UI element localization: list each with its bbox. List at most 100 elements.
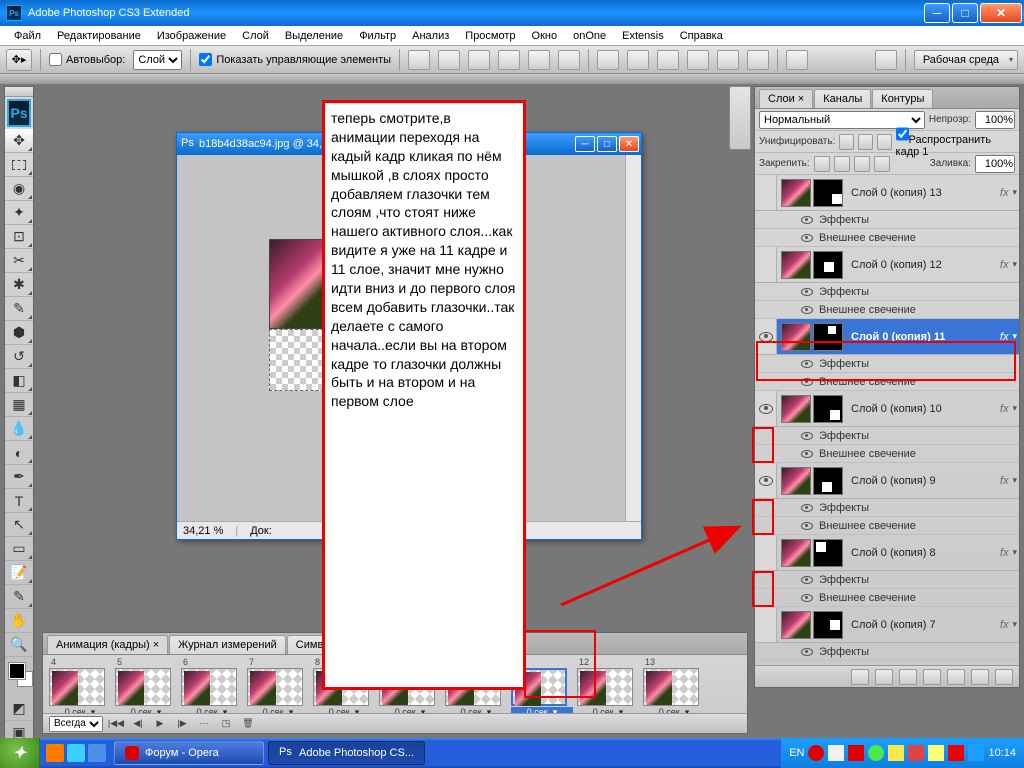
zoom-tool[interactable]: 🔍 — [5, 633, 33, 657]
layer-row[interactable]: Слой 0 (копия) 8 fx▾ — [755, 535, 1019, 571]
tween-btn[interactable]: ⋯ — [195, 717, 213, 731]
gradient-tool[interactable]: ▦ — [5, 393, 33, 417]
align-icon[interactable] — [498, 50, 520, 70]
close-button[interactable]: ✕ — [980, 3, 1022, 23]
anim-frame[interactable]: 50 сек. ▾ — [115, 657, 177, 713]
lasso-tool[interactable]: ◉ — [5, 177, 33, 201]
unify-icon[interactable] — [839, 134, 854, 150]
menu-extensis[interactable]: Extensis — [616, 28, 670, 44]
delete-icon[interactable] — [995, 669, 1013, 685]
tray-icon[interactable] — [828, 745, 844, 761]
menu-image[interactable]: Изображение — [151, 28, 232, 44]
anim-frame[interactable]: 40 сек. ▾ — [49, 657, 111, 713]
eye-icon[interactable] — [801, 288, 813, 296]
effect-row[interactable]: Внешнее свечение — [755, 445, 1019, 463]
effect-row[interactable]: Внешнее свечение — [755, 301, 1019, 319]
distribute-icon[interactable] — [687, 50, 709, 70]
distribute-icon[interactable] — [717, 50, 739, 70]
group-icon[interactable] — [947, 669, 965, 685]
eye-icon[interactable] — [801, 522, 813, 530]
autoselect-target[interactable]: Слой — [133, 50, 182, 70]
align-icon[interactable] — [468, 50, 490, 70]
lock-pos-icon[interactable] — [854, 156, 870, 172]
effect-row[interactable]: Внешнее свечение — [755, 373, 1019, 391]
eye-icon[interactable] — [801, 360, 813, 368]
distribute-icon[interactable] — [657, 50, 679, 70]
effect-row[interactable]: Эффекты — [755, 355, 1019, 373]
distribute-icon[interactable] — [597, 50, 619, 70]
fx-indicator[interactable]: fx — [1000, 331, 1013, 343]
pen-tool[interactable]: ✒ — [5, 465, 33, 489]
menu-view[interactable]: Просмотр — [459, 28, 521, 44]
effect-row[interactable]: Эффекты — [755, 643, 1019, 661]
layer-row[interactable]: Слой 0 (копия) 9 fx▾ — [755, 463, 1019, 499]
quickmask-tool[interactable]: ◩ — [5, 697, 33, 721]
workspace-button[interactable]: Рабочая среда — [914, 50, 1018, 70]
ql-icon[interactable] — [88, 744, 106, 762]
unify-icon[interactable] — [877, 134, 892, 150]
menu-filter[interactable]: Фильтр — [353, 28, 402, 44]
visibility-toggle[interactable] — [755, 175, 777, 210]
slice-tool[interactable]: ✂ — [5, 249, 33, 273]
show-transform-checkbox[interactable]: Показать управляющие элементы — [199, 53, 391, 66]
autoselect-checkbox[interactable]: Автовыбор: — [49, 53, 125, 66]
align-icon[interactable] — [558, 50, 580, 70]
visibility-toggle[interactable] — [755, 247, 777, 282]
tab-animation[interactable]: Анимация (кадры) × — [47, 635, 168, 654]
effect-row[interactable]: Эффекты — [755, 283, 1019, 301]
maximize-button[interactable]: □ — [952, 3, 978, 23]
brush-tool[interactable]: ✎ — [5, 297, 33, 321]
align-icon[interactable] — [528, 50, 550, 70]
blur-tool[interactable]: 💧 — [5, 417, 33, 441]
ql-icon[interactable] — [46, 744, 64, 762]
menu-edit[interactable]: Редактирование — [51, 28, 147, 44]
lang-indicator[interactable]: EN — [789, 747, 804, 759]
start-button[interactable]: ✦ — [0, 738, 40, 768]
dodge-tool[interactable]: ◐ — [5, 441, 33, 465]
lock-trans-icon[interactable] — [814, 156, 830, 172]
fx-indicator[interactable]: fx — [1000, 547, 1013, 559]
anim-frame[interactable]: 130 сек. ▾ — [643, 657, 705, 713]
fx-indicator[interactable]: fx — [1000, 475, 1013, 487]
prev-frame-btn[interactable]: ◀| — [129, 717, 147, 731]
zoom-value[interactable]: 34,21 % — [183, 525, 223, 537]
fx-indicator[interactable]: fx — [1000, 403, 1013, 415]
visibility-toggle[interactable] — [755, 607, 777, 642]
next-frame-btn[interactable]: |▶ — [173, 717, 191, 731]
propagate-checkbox[interactable]: Распространить кадр 1 — [896, 125, 1015, 158]
visibility-toggle[interactable] — [755, 535, 777, 570]
effect-row[interactable]: Внешнее свечение — [755, 229, 1019, 247]
distribute-icon[interactable] — [747, 50, 769, 70]
shape-tool[interactable]: ▭ — [5, 537, 33, 561]
autoalign-icon[interactable] — [786, 50, 808, 70]
unify-icon[interactable] — [858, 134, 873, 150]
layer-row[interactable]: Слой 0 (копия) 7 fx▾ — [755, 607, 1019, 643]
loop-select[interactable]: Всегда — [49, 716, 103, 732]
menu-layer[interactable]: Слой — [236, 28, 275, 44]
eye-icon[interactable] — [801, 504, 813, 512]
layer-row[interactable]: Слой 0 (копия) 10 fx▾ — [755, 391, 1019, 427]
menu-help[interactable]: Справка — [674, 28, 729, 44]
layer-row[interactable]: Слой 0 (копия) 13 fx▾ — [755, 175, 1019, 211]
eye-icon[interactable] — [801, 594, 813, 602]
mask-icon[interactable] — [899, 669, 917, 685]
play-btn[interactable]: ▶ — [151, 717, 169, 731]
menu-select[interactable]: Выделение — [279, 28, 349, 44]
marquee-tool[interactable] — [5, 153, 33, 177]
tray-icon[interactable] — [888, 745, 904, 761]
eye-icon[interactable] — [801, 378, 813, 386]
collapsed-panel-1[interactable] — [729, 86, 751, 150]
tray-icon[interactable] — [808, 745, 824, 761]
eye-icon[interactable] — [801, 234, 813, 242]
effect-row[interactable]: Эффекты — [755, 427, 1019, 445]
tab-measurements[interactable]: Журнал измерений — [169, 635, 286, 654]
new-layer-icon[interactable] — [971, 669, 989, 685]
eye-icon[interactable] — [801, 648, 813, 656]
tab-paths[interactable]: Контуры — [872, 89, 933, 108]
effect-row[interactable]: Эффекты — [755, 571, 1019, 589]
tray-icon[interactable] — [908, 745, 924, 761]
notes-tool[interactable]: 📝 — [5, 561, 33, 585]
effect-row[interactable]: Внешнее свечение — [755, 589, 1019, 607]
eye-icon[interactable] — [801, 216, 813, 224]
crop-tool[interactable]: ⊡ — [5, 225, 33, 249]
